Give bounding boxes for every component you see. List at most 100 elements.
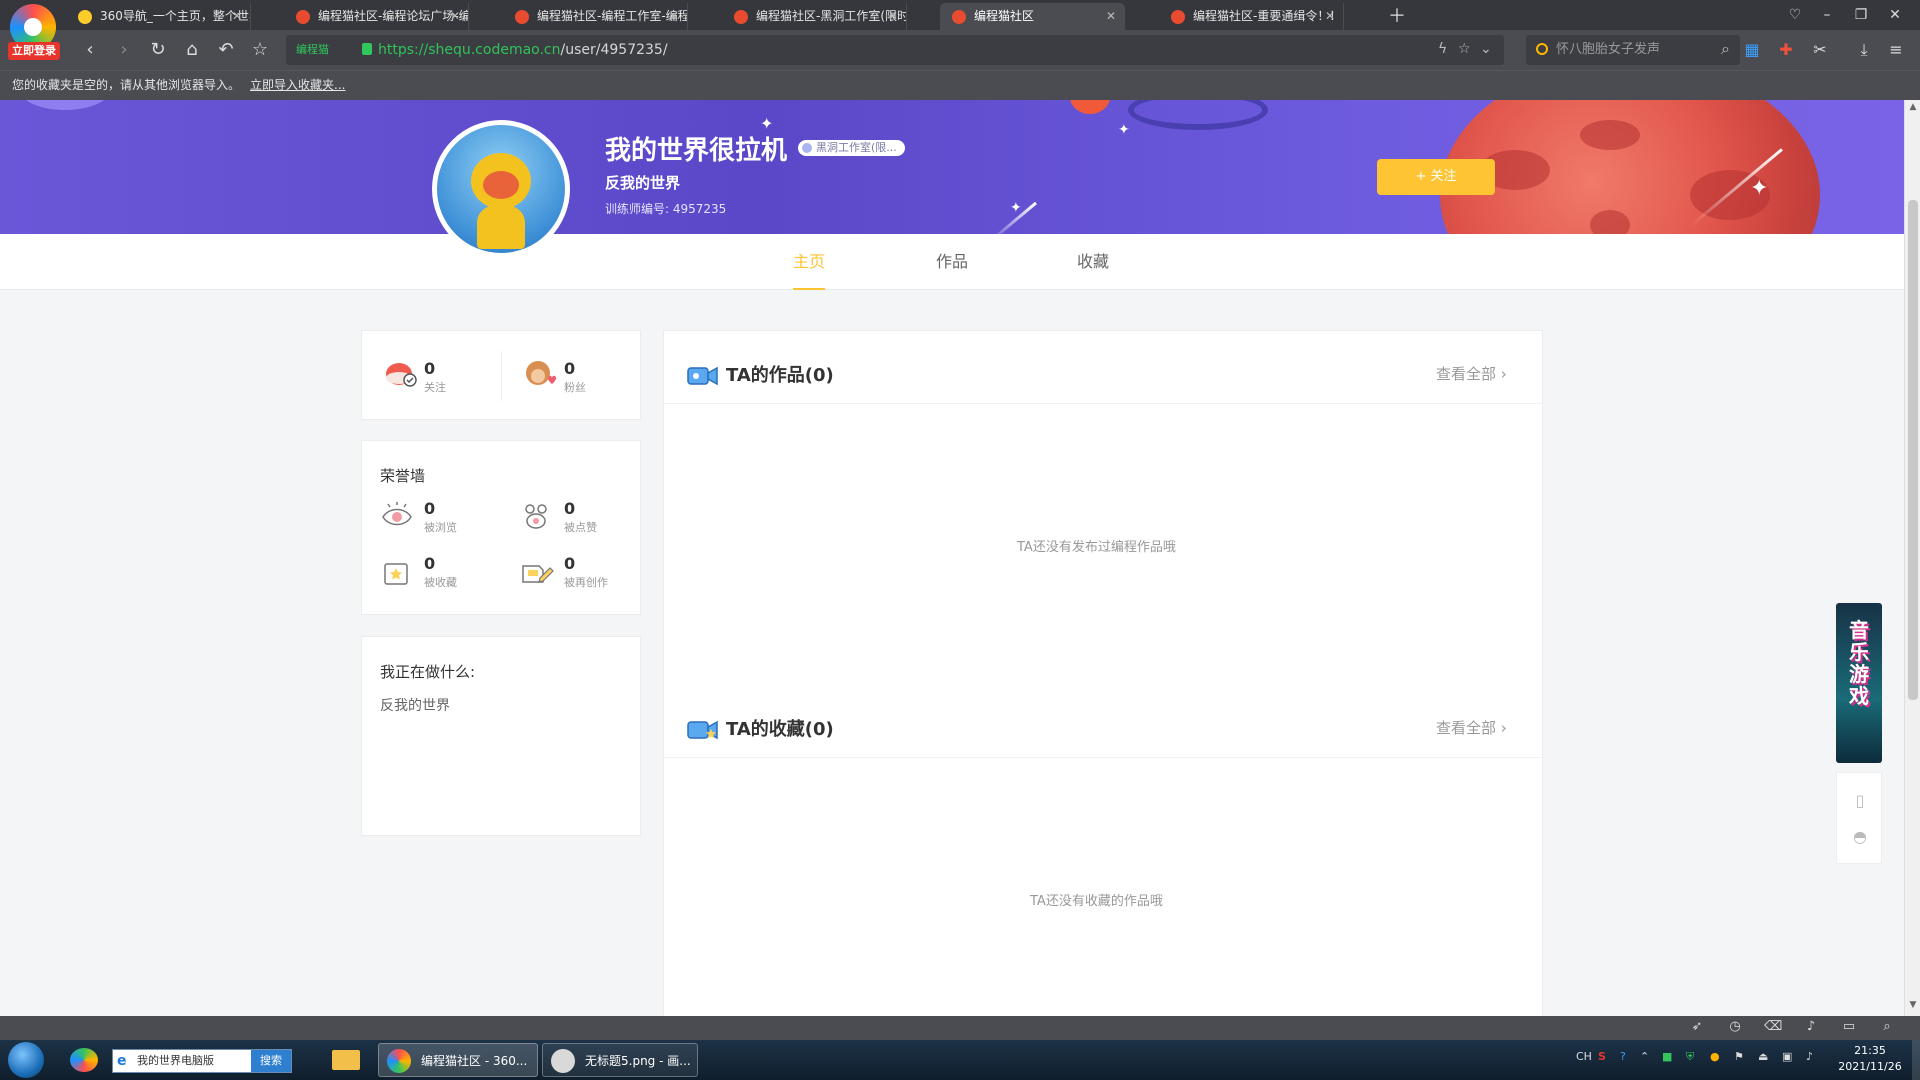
search-icon[interactable]: ⌕ bbox=[1721, 39, 1730, 59]
favorites-see-all-link[interactable]: 查看全部 › bbox=[1436, 717, 1507, 738]
tray-expand-icon[interactable]: ⌃ bbox=[1640, 1050, 1649, 1063]
skin-icon[interactable]: ♡ bbox=[1780, 2, 1810, 28]
qq-icon[interactable]: ◓ bbox=[1851, 827, 1869, 849]
browser-tab[interactable]: 编程猫社区-编程论坛广场-编程 ✕ bbox=[284, 3, 469, 30]
tray-language[interactable]: CH bbox=[1576, 1050, 1592, 1063]
scroll-down-icon[interactable]: ▼ bbox=[1905, 1000, 1920, 1010]
honor-views-count: 0 bbox=[424, 499, 436, 518]
tab-title: 编程猫社区-编程论坛广场-编程 bbox=[318, 9, 469, 23]
avatar-monkey-body bbox=[477, 205, 525, 249]
undo-close-icon[interactable]: ↶ bbox=[214, 38, 238, 62]
help-icon[interactable]: ? bbox=[1620, 1050, 1626, 1063]
page-scrollbar[interactable]: ▲ ▼ bbox=[1904, 100, 1920, 1016]
taskbar-app-pinned[interactable] bbox=[66, 1042, 102, 1078]
bookmark-star-icon[interactable]: ☆ bbox=[1458, 41, 1471, 57]
tab-favicon-icon bbox=[78, 10, 92, 24]
apps-grid-icon[interactable]: ▦ bbox=[1742, 40, 1762, 60]
tab-close-icon[interactable]: ✕ bbox=[1325, 3, 1335, 30]
tab-favorites[interactable]: 收藏 bbox=[1077, 234, 1109, 290]
browser-toolbar: ‹ › ↻ ⌂ ↶ ☆ 编程猫 https://shequ.codemao.cn… bbox=[0, 30, 1920, 70]
dropdown-chevron-icon[interactable]: ⌄ bbox=[1480, 41, 1492, 57]
tab-works[interactable]: 作品 bbox=[936, 234, 968, 290]
tab-close-icon[interactable]: ✕ bbox=[1106, 3, 1116, 30]
game-controller-icon[interactable]: ✚ bbox=[1776, 40, 1796, 60]
url-path: /user/4957235/ bbox=[560, 42, 668, 58]
sogou-ime-icon[interactable]: S bbox=[1598, 1050, 1606, 1063]
tab-close-icon[interactable]: ✕ bbox=[888, 3, 898, 30]
url-text[interactable]: https://shequ.codemao.cn/user/4957235/ bbox=[378, 35, 668, 65]
home-icon[interactable]: ⌂ bbox=[180, 38, 204, 62]
volume-tray-icon[interactable]: ♪ bbox=[1806, 1050, 1813, 1063]
fans-count[interactable]: 0 bbox=[564, 359, 575, 378]
zoom-icon[interactable]: ⌕ bbox=[1878, 1019, 1896, 1034]
views-eye-icon bbox=[382, 502, 412, 526]
window-icon[interactable]: ▭ bbox=[1840, 1019, 1858, 1034]
browser-logo[interactable]: 立即登录 bbox=[6, 4, 60, 60]
rocket-icon[interactable]: ➶ bbox=[1688, 1019, 1706, 1034]
forward-icon[interactable]: › bbox=[112, 38, 136, 62]
back-icon[interactable]: ‹ bbox=[78, 38, 102, 62]
tab-close-icon[interactable]: ✕ bbox=[669, 3, 679, 30]
planet-crater bbox=[1590, 210, 1630, 234]
browser-tab[interactable]: 编程猫社区-重要通缉令！！ ✕ bbox=[1159, 3, 1344, 30]
new-tab-button[interactable]: ＋ bbox=[1388, 2, 1406, 28]
speedometer-icon[interactable]: ◷ bbox=[1726, 1019, 1744, 1034]
folder-icon bbox=[332, 1050, 360, 1070]
side-tools: ▯ ◓ bbox=[1836, 772, 1882, 864]
taskbar-search-query[interactable]: 我的世界电脑版 bbox=[137, 1050, 214, 1072]
import-favorites-link[interactable]: 立即导入收藏夹... bbox=[250, 78, 345, 92]
following-count[interactable]: 0 bbox=[424, 359, 435, 378]
doing-card: 我正在做什么: 反我的世界 bbox=[361, 636, 641, 836]
taskbar-search[interactable]: e 我的世界电脑版 搜索 bbox=[112, 1049, 292, 1073]
volume-icon[interactable]: ♪ bbox=[1802, 1019, 1820, 1034]
taskbar-task-paint[interactable]: 无标题5.png - 画... bbox=[542, 1043, 698, 1077]
minimize-icon[interactable]: – bbox=[1812, 2, 1842, 28]
favorite-star-icon[interactable]: ☆ bbox=[248, 38, 272, 62]
studio-tag[interactable]: 黑洞工作室(限... bbox=[798, 140, 905, 156]
collects-box-icon bbox=[384, 563, 408, 585]
scissors-icon[interactable]: ✂ bbox=[1810, 40, 1830, 60]
scrollbar-thumb[interactable] bbox=[1908, 200, 1918, 700]
taskbar-task-browser[interactable]: 编程猫社区 - 360... bbox=[378, 1043, 538, 1077]
restore-icon[interactable]: ❐ bbox=[1846, 2, 1876, 28]
star-icon: ✦ bbox=[1118, 122, 1130, 138]
show-desktop-button[interactable] bbox=[1912, 1040, 1920, 1080]
tab-home[interactable]: 主页 bbox=[793, 234, 826, 290]
game-ad-text: 音乐游戏 bbox=[1849, 618, 1869, 708]
menu-icon[interactable]: ≡ bbox=[1886, 40, 1906, 60]
tray-app-icon[interactable]: ■ bbox=[1662, 1050, 1672, 1063]
search-box[interactable]: 怀八胞胎女子发声 ⌕ bbox=[1526, 35, 1740, 65]
works-see-all-link[interactable]: 查看全部 › bbox=[1436, 363, 1507, 384]
game-ad-banner[interactable]: 音乐游戏 bbox=[1836, 603, 1882, 763]
browser-tab[interactable]: 360导航_一个主页，整个世界 ✕ bbox=[66, 3, 251, 30]
taskbar-clock[interactable]: 21:35 2021/11/26 bbox=[1830, 1043, 1910, 1075]
honor-likes-label: 被点赞 bbox=[564, 521, 597, 534]
network-icon[interactable]: ▣ bbox=[1782, 1050, 1792, 1063]
tab-title: 编程猫社区-重要通缉令！！ bbox=[1193, 9, 1342, 23]
follow-button[interactable]: + 关注 bbox=[1377, 159, 1495, 195]
speed-mode-icon[interactable]: ϟ bbox=[1438, 41, 1447, 57]
scroll-up-icon[interactable]: ▲ bbox=[1905, 102, 1920, 112]
tray-usb-icon[interactable]: ⏏ bbox=[1758, 1050, 1768, 1063]
security-shield-icon[interactable]: ⛨ bbox=[1686, 1050, 1694, 1064]
taskbar-search-button[interactable]: 搜索 bbox=[251, 1050, 291, 1072]
close-window-icon[interactable]: ✕ bbox=[1880, 2, 1910, 28]
download-icon[interactable]: ⤓ bbox=[1854, 40, 1874, 60]
tray-360-icon[interactable]: ● bbox=[1710, 1050, 1720, 1063]
browser-tab[interactable]: 编程猫社区-黑洞工作室(限时 ✕ bbox=[722, 3, 907, 30]
likes-paw-icon bbox=[525, 504, 547, 529]
tray-flag-icon[interactable]: ⚑ bbox=[1734, 1050, 1744, 1063]
start-button[interactable] bbox=[8, 1042, 44, 1078]
address-bar[interactable]: 编程猫 https://shequ.codemao.cn/user/495723… bbox=[286, 35, 1504, 65]
tablet-icon[interactable]: ▯ bbox=[1851, 791, 1869, 813]
login-badge[interactable]: 立即登录 bbox=[8, 42, 60, 60]
tab-close-icon[interactable]: ✕ bbox=[232, 3, 242, 30]
explorer-button[interactable] bbox=[328, 1042, 364, 1078]
browser-tab-active[interactable]: 编程猫社区 ✕ bbox=[940, 3, 1125, 30]
tab-close-icon[interactable]: ✕ bbox=[450, 3, 460, 30]
browser-tab[interactable]: 编程猫社区-编程工作室-编程 ✕ bbox=[503, 3, 688, 30]
trash-icon[interactable]: ⌫ bbox=[1764, 1019, 1782, 1034]
tab-favicon-icon bbox=[1171, 10, 1185, 24]
avatar[interactable] bbox=[432, 120, 570, 258]
reload-icon[interactable]: ↻ bbox=[146, 38, 170, 62]
